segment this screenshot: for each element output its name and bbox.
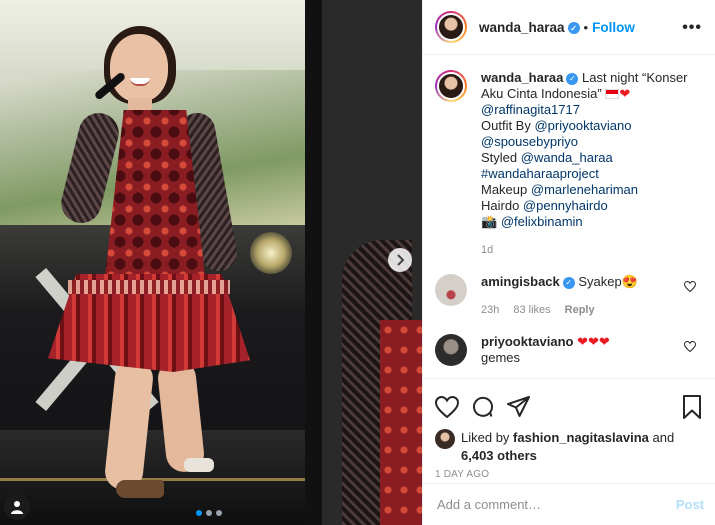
share-paper-plane-icon[interactable] — [507, 396, 531, 418]
comment-text: Syakep — [578, 274, 622, 289]
post-photo — [0, 0, 305, 525]
bookmark-icon[interactable] — [682, 395, 702, 419]
camera-emoji-icon: 📸 — [481, 214, 501, 229]
comment-bubble-icon[interactable] — [471, 395, 495, 419]
caption-mention[interactable]: @marlenehariman — [531, 182, 638, 197]
tagged-users-button[interactable] — [4, 494, 30, 520]
follow-button[interactable]: Follow — [592, 20, 635, 35]
more-options-icon[interactable]: ••• — [682, 19, 702, 37]
caption-mention[interactable]: @felixbinamin — [501, 214, 583, 229]
comment-text: gemes — [481, 350, 521, 365]
commenter-avatar[interactable] — [435, 334, 467, 366]
liker-avatar[interactable] — [435, 429, 455, 449]
heart-eyes-emoji-icon: 😍 — [621, 274, 638, 289]
caption-age[interactable]: 1d — [481, 242, 696, 258]
add-comment-bar: Post — [423, 483, 715, 525]
comment-input[interactable] — [437, 497, 676, 512]
comment-item: amingisback ✓ Syakep😍 23h 83 likes Reply — [435, 274, 702, 318]
carousel-dots — [196, 510, 222, 516]
commenter-avatar[interactable] — [435, 274, 467, 306]
comment-item: priyooktaviano ❤❤❤ gemes — [435, 334, 702, 366]
red-hearts-emoji-icon: ❤❤❤ — [577, 334, 610, 349]
carousel-dot — [216, 510, 222, 516]
reply-button[interactable]: Reply — [565, 302, 595, 318]
post-comment-button[interactable]: Post — [676, 497, 704, 512]
carousel-dot-active — [196, 510, 202, 516]
liker-username[interactable]: fashion_nagitaslavina — [513, 430, 649, 445]
carousel-dot — [206, 510, 212, 516]
author-username[interactable]: wanda_haraa ✓ — [479, 20, 580, 35]
comment-age[interactable]: 23h — [481, 302, 499, 318]
caption-mention[interactable]: @priyooktaviano — [534, 118, 631, 133]
comment-username[interactable]: amingisback — [481, 274, 560, 289]
header-separator: • — [583, 19, 589, 35]
next-slide-button[interactable] — [388, 248, 412, 272]
like-comment-heart-icon[interactable] — [683, 280, 697, 295]
comments-section[interactable]: wanda_haraa ✓ Last night “Konser Aku Cint… — [423, 56, 715, 376]
singer-figure — [40, 12, 270, 517]
like-comment-heart-icon[interactable] — [683, 340, 697, 355]
chevron-right-icon — [397, 254, 405, 266]
verified-badge-icon: ✓ — [562, 277, 575, 289]
author-avatar[interactable] — [435, 11, 467, 43]
post-media[interactable] — [0, 0, 422, 525]
caption-mention[interactable]: @pennyhairdo — [523, 198, 608, 213]
like-heart-icon[interactable] — [435, 396, 459, 418]
verified-badge-icon: ✓ — [567, 22, 580, 34]
red-heart-icon: ❤ — [619, 86, 631, 101]
user-icon — [11, 501, 23, 514]
indonesia-flag-icon — [605, 89, 620, 99]
caption-avatar[interactable] — [435, 70, 467, 102]
caption-mention[interactable]: @spousebypriyo — [481, 134, 578, 149]
caption-hashtag[interactable]: #wandaharaaproject — [481, 166, 599, 181]
caption-mention[interactable]: @raffinagita1717 — [481, 102, 580, 117]
post-side-panel: wanda_haraa ✓ • Follow ••• wanda_haraa ✓ L… — [422, 0, 715, 525]
caption-mention[interactable]: @wanda_haraa — [521, 150, 613, 165]
likes-others-link[interactable]: 6,403 others — [461, 448, 537, 463]
post-caption: wanda_haraa ✓ Last night “Konser Aku Cint… — [435, 70, 702, 258]
comment-likes[interactable]: 83 likes — [513, 302, 550, 318]
verified-badge-icon: ✓ — [566, 73, 579, 85]
post-timestamp[interactable]: 1 DAY AGO — [435, 469, 702, 480]
comment-username[interactable]: priyooktaviano — [481, 334, 573, 349]
post-header: wanda_haraa ✓ • Follow ••• — [423, 0, 715, 55]
likes-summary: Liked by fashion_nagitaslavina and 6,403… — [435, 429, 702, 465]
caption-username[interactable]: wanda_haraa — [481, 70, 563, 85]
